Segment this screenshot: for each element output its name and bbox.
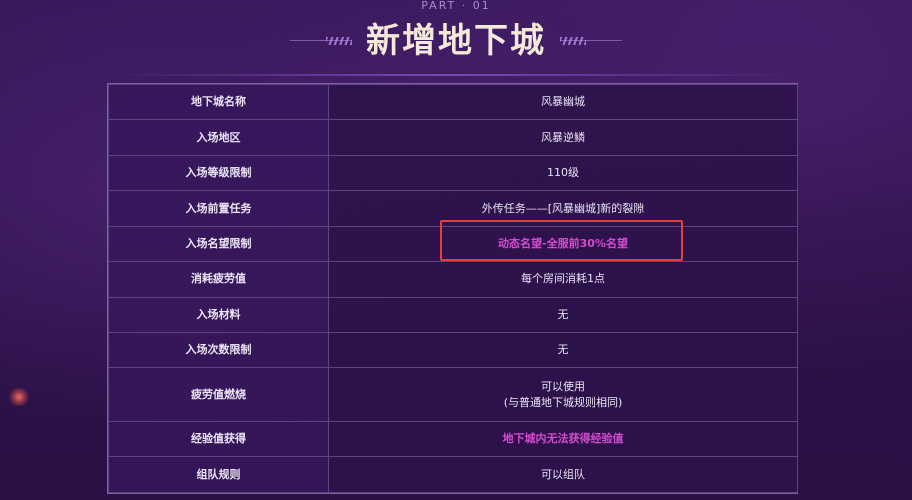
row-label-entry-count-limit: 入场次数限制 <box>108 331 329 369</box>
row-value-fame-limit: 动态名望-全服前30%名望 <box>328 225 798 263</box>
top-divider-line <box>108 74 794 76</box>
page: PART · 01 新增地下城 地下城名称 风暴幽城 入场地区 风暴逆鳞 入场等… <box>0 0 912 500</box>
table-row-prerequisite-quest: 入场前置任务 外传任务——[风暴幽城]新的裂隙 <box>108 190 798 227</box>
table-row-fatigue-cost: 消耗疲劳值 每个房间消耗1点 <box>108 261 798 298</box>
part-label: PART · 01 <box>421 0 491 12</box>
table-row-exp-gain: 经验值获得 地下城内无法获得经验值 <box>108 421 798 458</box>
row-label-fatigue-cost: 消耗疲劳值 <box>108 261 329 298</box>
table-row-entry-region: 入场地区 风暴逆鳞 <box>108 119 798 156</box>
right-decoration <box>560 36 622 46</box>
table-row-entry-count-limit: 入场次数限制 无 <box>108 331 798 369</box>
fatigue-burn-line-2: (与普通地下城规则相同) <box>503 395 623 409</box>
glow-spot <box>8 388 30 406</box>
title-area: 新增地下城 <box>0 16 912 66</box>
fatigue-burn-line-1: 可以使用 <box>541 379 585 393</box>
table-row-dungeon-name: 地下城名称 风暴幽城 <box>108 83 798 121</box>
row-label-party-rule: 组队规则 <box>108 456 329 493</box>
row-label-fatigue-burn: 疲劳值燃烧 <box>108 367 329 423</box>
row-value-dungeon-name: 风暴幽城 <box>328 83 798 121</box>
table-row-fatigue-burn: 疲劳值燃烧 可以使用 (与普通地下城规则相同) <box>108 367 798 423</box>
row-value-level-limit: 110级 <box>328 154 798 192</box>
row-value-fatigue-cost: 每个房间消耗1点 <box>328 261 798 298</box>
row-label-entry-region: 入场地区 <box>108 119 329 156</box>
row-label-level-limit: 入场等级限制 <box>108 154 329 192</box>
table-row-entry-material: 入场材料 无 <box>108 296 798 333</box>
row-value-entry-count-limit: 无 <box>328 331 798 369</box>
row-label-exp-gain: 经验值获得 <box>108 421 329 458</box>
row-label-fame-limit: 入场名望限制 <box>108 225 329 263</box>
dungeon-info-table-wrapper: 地下城名称 风暴幽城 入场地区 风暴逆鳞 入场等级限制 110级 入场前置任务 … <box>107 83 798 494</box>
row-label-entry-material: 入场材料 <box>108 296 329 333</box>
row-value-prerequisite-quest: 外传任务——[风暴幽城]新的裂隙 <box>328 190 798 227</box>
row-value-entry-material: 无 <box>328 296 798 333</box>
table-row-level-limit: 入场等级限制 110级 <box>108 154 798 192</box>
page-title: 新增地下城 <box>366 21 546 61</box>
row-value-fatigue-burn: 可以使用 (与普通地下城规则相同) <box>328 367 798 423</box>
row-value-entry-region: 风暴逆鳞 <box>328 119 798 156</box>
row-label-prerequisite-quest: 入场前置任务 <box>108 190 329 227</box>
left-decoration <box>290 36 352 46</box>
row-label-dungeon-name: 地下城名称 <box>108 83 329 121</box>
table-row-party-rule: 组队规则 可以组队 <box>108 456 798 493</box>
table-row-fame-limit: 入场名望限制 动态名望-全服前30%名望 <box>108 225 798 263</box>
row-value-party-rule: 可以组队 <box>328 456 798 493</box>
row-value-exp-gain: 地下城内无法获得经验值 <box>328 421 798 458</box>
dungeon-info-table: 地下城名称 风暴幽城 入场地区 风暴逆鳞 入场等级限制 110级 入场前置任务 … <box>108 83 798 493</box>
